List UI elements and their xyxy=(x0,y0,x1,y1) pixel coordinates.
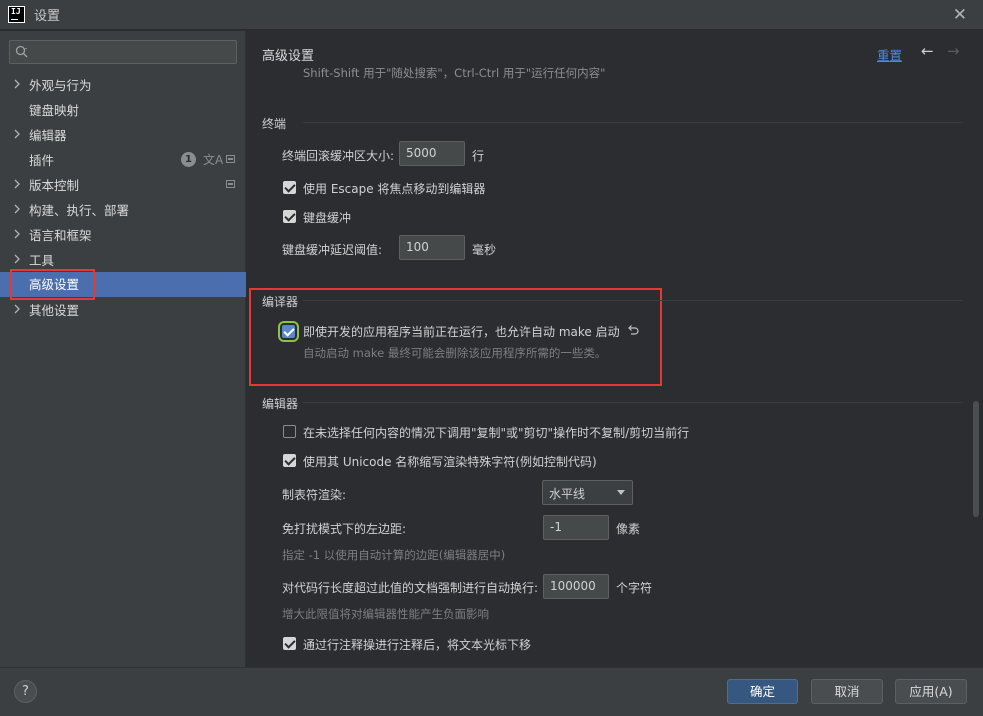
sidebar-item-label: 键盘映射 xyxy=(29,103,80,118)
sidebar-item-languages[interactable]: 语言和框架 xyxy=(0,222,246,247)
sidebar-item-label: 其他设置 xyxy=(29,303,80,318)
reset-link[interactable]: 重置 xyxy=(877,45,902,64)
section-divider xyxy=(303,122,963,123)
escape-focus-checkbox[interactable] xyxy=(283,181,296,194)
scrollback-input[interactable]: 5000 xyxy=(399,141,465,166)
help-button[interactable]: ? xyxy=(14,680,37,703)
soft-wrap-hint: 增大此限值将对编辑器性能产生负面影响 xyxy=(282,607,489,621)
sidebar-item-label: 工具 xyxy=(29,253,55,268)
content-scrollbar[interactable] xyxy=(973,401,979,517)
distraction-free-unit: 像素 xyxy=(616,522,641,536)
sidebar-item-plugins[interactable]: 插件 1 文A xyxy=(0,147,246,172)
chevron-right-icon[interactable] xyxy=(13,228,21,240)
intellij-logo-icon: IJ xyxy=(8,6,25,23)
distraction-free-label: 免打扰模式下的左边距: xyxy=(282,522,407,536)
distraction-free-hint: 指定 -1 以使用自动计算的边距(编辑器居中) xyxy=(282,548,506,562)
copy-cut-line-checkbox[interactable] xyxy=(283,425,296,438)
chevron-right-icon[interactable] xyxy=(13,128,21,140)
kbd-delay-label: 键盘缓冲延迟阈值: xyxy=(282,243,383,257)
project-level-icon xyxy=(226,180,235,188)
settings-sidebar: 外观与行为 键盘映射 编辑器 插件 1 文A 版本控制 构建、执行、部署 语言和… xyxy=(0,31,246,667)
chevron-right-icon[interactable] xyxy=(13,203,21,215)
unicode-render-checkbox[interactable] xyxy=(283,454,296,467)
chevron-right-icon[interactable] xyxy=(13,303,21,315)
sidebar-item-tools[interactable]: 工具 xyxy=(0,247,246,272)
chevron-right-icon[interactable] xyxy=(13,78,21,90)
advanced-settings-panel: 高级设置 重置 ← → Shift-Shift 用于"随处搜索"，Ctrl-Ct… xyxy=(247,31,983,667)
revert-icon[interactable] xyxy=(627,324,639,336)
unicode-render-label: 使用其 Unicode 名称缩写渲染特殊字符(例如控制代码) xyxy=(303,455,597,469)
escape-focus-label: 使用 Escape 将焦点移动到编辑器 xyxy=(303,182,486,196)
forward-arrow-icon[interactable]: → xyxy=(947,42,960,60)
kbd-delay-unit: 毫秒 xyxy=(472,243,497,257)
sidebar-item-advanced[interactable]: 高级设置 xyxy=(0,269,246,300)
tab-render-select[interactable]: 水平线 xyxy=(542,480,633,505)
section-title-terminal: 终端 xyxy=(262,117,287,131)
ok-button[interactable]: 确定 xyxy=(727,679,798,704)
sidebar-item-build[interactable]: 构建、执行、部署 xyxy=(0,197,246,222)
section-title-editor: 编辑器 xyxy=(262,397,299,411)
soft-wrap-label: 对代码行长度超过此值的文档强制进行自动换行: xyxy=(282,581,539,595)
chevron-right-icon[interactable] xyxy=(13,178,21,190)
auto-make-checkbox[interactable] xyxy=(278,321,299,342)
sidebar-item-label: 插件 xyxy=(29,153,55,168)
sidebar-item-editor[interactable]: 编辑器 xyxy=(0,122,246,147)
scrollback-label: 终端回滚缓冲区大小: xyxy=(282,149,395,163)
page-title: 高级设置 xyxy=(262,49,315,64)
updates-count-badge: 1 xyxy=(181,152,196,167)
sidebar-item-other[interactable]: 其他设置 xyxy=(0,297,246,322)
settings-nav-tree: 外观与行为 键盘映射 编辑器 插件 1 文A 版本控制 构建、执行、部署 语言和… xyxy=(0,72,246,322)
dialog-footer: ? 确定 取消 应用(A) xyxy=(0,667,983,716)
keyboard-buffer-label: 键盘缓冲 xyxy=(303,211,352,225)
window-title: 设置 xyxy=(34,9,61,24)
sidebar-item-label: 语言和框架 xyxy=(29,228,92,243)
section-title-compiler: 编译器 xyxy=(262,295,299,309)
search-everywhere-hint: Shift-Shift 用于"随处搜索"，Ctrl-Ctrl 用于"运行任何内容… xyxy=(303,66,606,80)
project-level-icon xyxy=(226,155,235,163)
back-arrow-icon[interactable]: ← xyxy=(921,42,934,60)
dropdown-arrow-icon xyxy=(617,490,625,495)
soft-wrap-unit: 个字符 xyxy=(616,581,653,595)
caret-move-checkbox[interactable] xyxy=(283,637,296,650)
search-icon xyxy=(15,45,28,58)
distraction-free-input[interactable]: -1 xyxy=(543,515,609,540)
title-bar: IJ 设置 ✕ xyxy=(0,0,983,30)
sidebar-item-label: 高级设置 xyxy=(9,269,96,300)
cancel-button[interactable]: 取消 xyxy=(811,679,883,704)
auto-make-label: 即使开发的应用程序当前正在运行，也允许自动 make 启动 xyxy=(303,325,620,339)
section-divider xyxy=(303,300,963,301)
section-divider xyxy=(303,402,963,403)
soft-wrap-input[interactable]: 100000 xyxy=(543,574,609,599)
sidebar-item-keymap[interactable]: 键盘映射 xyxy=(0,97,246,122)
translate-icon: 文A xyxy=(203,153,224,167)
sidebar-item-label: 编辑器 xyxy=(29,128,67,143)
sidebar-item-label: 版本控制 xyxy=(29,178,80,193)
tab-render-label: 制表符渲染: xyxy=(282,488,347,502)
close-icon[interactable]: ✕ xyxy=(953,5,967,25)
sidebar-item-label: 构建、执行、部署 xyxy=(29,203,130,218)
chevron-right-icon[interactable] xyxy=(13,253,21,265)
tab-render-value: 水平线 xyxy=(549,487,586,501)
kbd-delay-input[interactable]: 100 xyxy=(399,235,465,260)
sidebar-item-appearance[interactable]: 外观与行为 xyxy=(0,72,246,97)
sidebar-item-label: 外观与行为 xyxy=(29,78,92,93)
scrollback-unit: 行 xyxy=(472,149,485,163)
settings-search-input[interactable] xyxy=(9,40,237,64)
sidebar-item-vcs[interactable]: 版本控制 xyxy=(0,172,246,197)
keyboard-buffer-checkbox[interactable] xyxy=(283,210,296,223)
auto-make-hint: 自动启动 make 最终可能会删除该应用程序所需的一些类。 xyxy=(303,346,607,360)
apply-button[interactable]: 应用(A) xyxy=(895,679,967,704)
caret-move-label: 通过行注释操进行注释后，将文本光标下移 xyxy=(303,638,532,652)
copy-cut-line-label: 在未选择任何内容的情况下调用"复制"或"剪切"操作时不复制/剪切当前行 xyxy=(303,426,690,440)
